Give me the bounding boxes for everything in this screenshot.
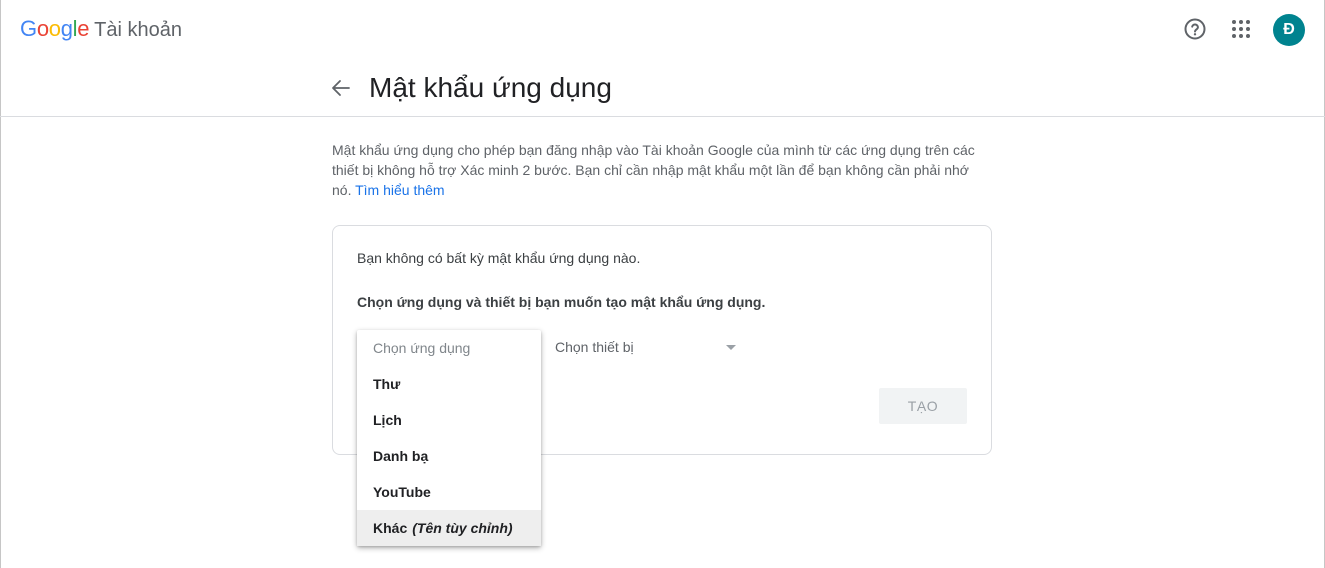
google-account-logo[interactable]: Google Tài khoản: [20, 16, 182, 44]
menu-item-select-app[interactable]: Chọn ứng dụng: [357, 330, 541, 366]
no-passwords-message: Bạn không có bất kỳ mật khẩu ứng dụng nà…: [357, 250, 641, 266]
choose-app-device-label: Chọn ứng dụng và thiết bị bạn muốn tạo m…: [357, 294, 766, 310]
account-avatar[interactable]: Đ: [1273, 14, 1305, 46]
menu-item-youtube[interactable]: YouTube: [357, 474, 541, 510]
page-description: Mật khẩu ứng dụng cho phép bạn đăng nhập…: [332, 140, 992, 200]
menu-item-mail[interactable]: Thư: [357, 366, 541, 402]
menu-item-other[interactable]: Khác (Tên tùy chỉnh): [357, 510, 541, 546]
title-divider: [0, 116, 1325, 117]
menu-item-contacts[interactable]: Danh bạ: [357, 438, 541, 474]
dropdown-arrow-icon: [726, 345, 736, 350]
menu-item-calendar[interactable]: Lịch: [357, 402, 541, 438]
google-wordmark: Google: [20, 16, 90, 41]
select-device-label: Chọn thiết bị: [555, 339, 634, 355]
page-title: Mật khẩu ứng dụng: [369, 72, 612, 103]
learn-more-link[interactable]: Tìm hiểu thêm: [355, 182, 444, 198]
top-app-bar: Google Tài khoản Đ: [0, 0, 1325, 60]
arrow-back-icon[interactable]: [329, 76, 353, 100]
apps-grid-icon[interactable]: [1229, 17, 1253, 41]
select-device-dropdown[interactable]: Chọn thiết bị: [555, 332, 745, 364]
select-app-menu: Chọn ứng dụng Thư Lịch Danh bạ YouTube K…: [357, 330, 541, 546]
help-icon[interactable]: [1183, 17, 1207, 41]
product-name: Tài khoản: [94, 19, 182, 41]
menu-item-other-hint: (Tên tùy chỉnh): [412, 520, 513, 536]
menu-item-other-label: Khác: [373, 520, 408, 536]
create-button[interactable]: TẠO: [879, 388, 967, 424]
frame-border-left: [0, 0, 1, 568]
